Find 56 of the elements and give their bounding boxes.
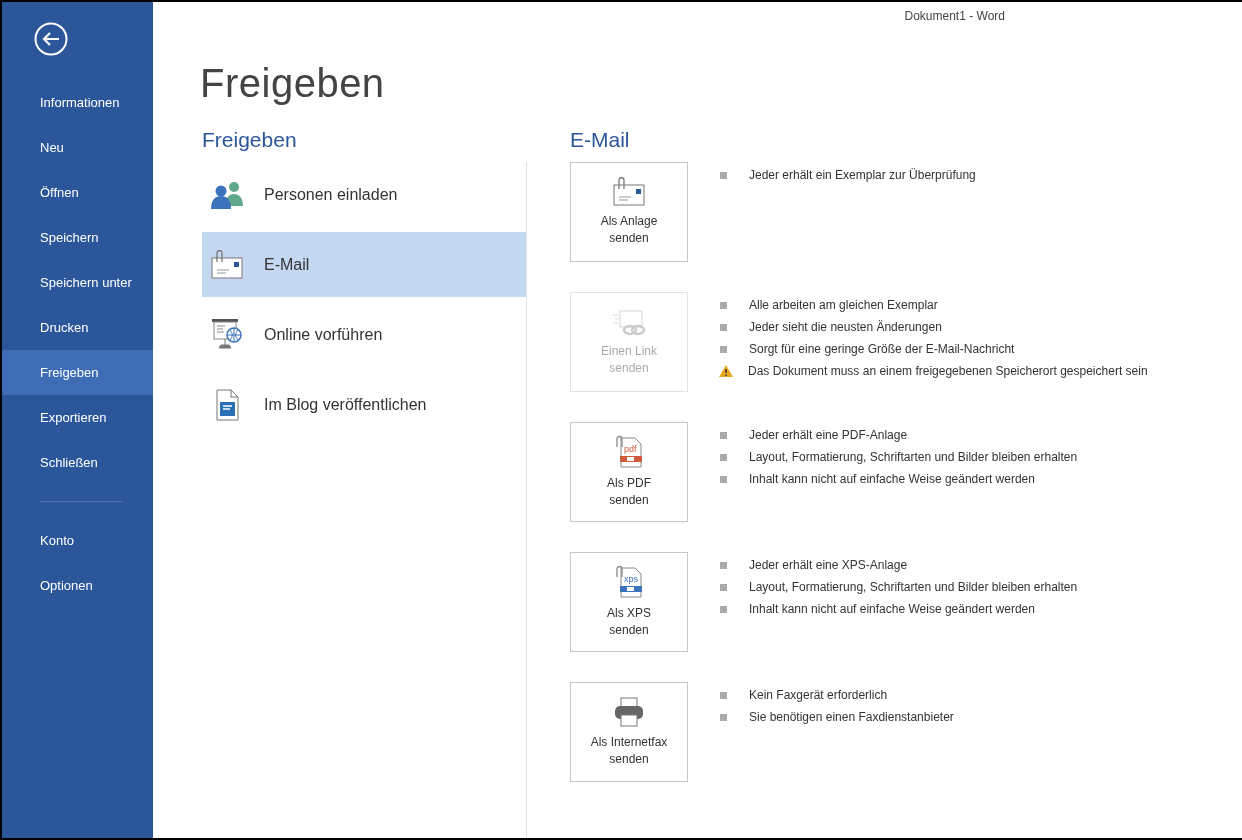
note-text: Kein Faxgerät erforderlich [749,688,888,702]
presentation-icon [210,317,244,352]
people-icon [210,179,244,210]
bullet-icon [720,453,727,461]
sidebar-item[interactable]: Freigeben [2,350,153,395]
bullet-icon [720,301,727,309]
share-option[interactable]: Im Blog veröffentlichen [202,372,526,437]
send-button[interactable]: Als Anlage senden [570,162,688,262]
bullet-icon [720,431,727,439]
note-text: Sorgt für eine geringe Größe der E-Mail-Nachricht [749,342,1015,356]
printer-icon [612,696,646,728]
envelope-icon [210,249,244,280]
warning-icon [718,364,734,378]
share-option[interactable]: E-Mail [202,232,526,297]
note-text: Layout, Formatierung, Schriftarten und Bilder bleiben erhalten [749,580,1078,594]
note-text: Inhalt kann nicht auf einfache Weise geändert werden [749,602,1035,616]
send-button[interactable]: Als Internetfax senden [570,682,688,782]
note-text: Alle arbeiten am gleichen Exemplar [749,298,938,312]
sidebar-item[interactable]: Speichern [2,215,153,260]
bullet-icon [720,561,727,569]
note-text: Jeder erhält eine PDF-Anlage [749,428,908,442]
sidebar-item[interactable]: Informationen [2,80,153,125]
bullet-icon [720,713,727,721]
share-option[interactable]: Personen einladen [202,162,526,227]
send-button[interactable]: xps Als XPS senden [570,552,688,652]
note-text: Sie benötigen einen Faxdienstanbieter [749,710,954,724]
bullet-icon [720,171,727,179]
sidebar-item[interactable]: Optionen [2,563,153,608]
sidebar-item[interactable]: Drucken [2,305,153,350]
note-text: Jeder erhält eine XPS-Anlage [749,558,908,572]
back-button[interactable] [34,22,68,56]
sidebar-item[interactable]: Konto [2,518,153,563]
bullet-icon [720,583,727,591]
note-text: Jeder erhält ein Exemplar zur Überprüfung [749,168,976,182]
section-heading: E-Mail [570,128,631,153]
note-text: Layout, Formatierung, Schriftarten und Bilder bleiben erhalten [749,450,1078,464]
bullet-icon [720,605,727,613]
note-text: Inhalt kann nicht auf einfache Weise geändert werden [749,472,1035,486]
sidebar-item[interactable]: Öffnen [2,170,153,215]
note-text: Das Dokument muss an einem freigegebenen Speicherort gespeichert sein [748,364,1148,378]
bullet-icon [720,475,727,483]
sidebar-item[interactable]: Schließen [2,440,153,485]
section-heading: Freigeben [202,128,298,153]
sidebar-item[interactable]: Speichern unter [2,260,153,305]
sidebar-item[interactable]: Exportieren [2,395,153,440]
link-envelope-icon [612,307,646,337]
bullet-icon [720,345,727,353]
window-title: Dokument1 - Word [904,9,1005,25]
note-text: Jeder sieht die neusten Änderungen [749,320,942,334]
send-button[interactable]: pdf Als PDF senden [570,422,688,522]
bullet-icon [720,691,727,699]
page-title: Freigeben [200,61,386,106]
envelope-icon [612,177,646,207]
sidebar-item[interactable]: Neu [2,125,153,170]
bullet-icon [720,323,727,331]
share-option[interactable]: Online vorführen [202,302,526,367]
